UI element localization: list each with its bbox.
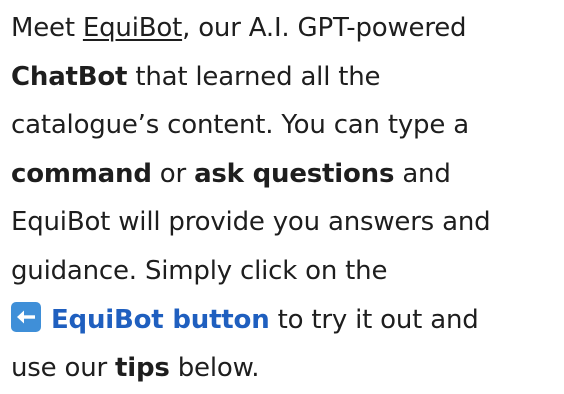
intro-line-6: guidance. Simply click on the	[11, 247, 559, 296]
intro-text: catalogue’s content. You can type a	[11, 110, 469, 141]
intro-text: guidance. Simply click on the	[11, 255, 388, 286]
intro-text: to try it out and	[269, 304, 479, 335]
ask-questions-bold-text: ask questions	[194, 158, 395, 189]
left-arrow-icon	[11, 301, 41, 332]
chatbot-bold-text: ChatBot	[11, 61, 128, 92]
intro-line-2: ChatBot that learned all the	[11, 53, 559, 102]
intro-line-4: command or ask questions and	[11, 150, 559, 199]
intro-text: , our A.I. GPT-powered	[182, 13, 467, 43]
intro-line-3: catalogue’s content. You can type a	[11, 101, 559, 150]
tips-bold-text: tips	[115, 353, 170, 384]
intro-text: Meet	[11, 13, 83, 43]
intro-text: that learned all the	[127, 61, 381, 92]
intro-line-7: EquiBot button to try it out and	[11, 296, 559, 345]
equibot-underlined-name: EquiBot	[82, 13, 183, 43]
intro-line-1: Meet EquiBot, our A.I. GPT-powered	[11, 4, 559, 53]
intro-line-8: use our tips below.	[11, 344, 559, 393]
command-bold-text: command	[11, 158, 152, 189]
equibot-intro-paragraph: Meet EquiBot, our A.I. GPT-powered ChatB…	[11, 4, 559, 393]
intro-text: or	[151, 158, 195, 189]
intro-text: use our	[11, 353, 116, 384]
intro-text: and	[394, 158, 451, 189]
intro-text: EquiBot will provide you answers and	[11, 207, 491, 238]
equibot-button-link[interactable]: EquiBot button	[51, 305, 270, 335]
intro-line-5: EquiBot will provide you answers and	[11, 198, 559, 247]
intro-text: below.	[169, 353, 260, 384]
